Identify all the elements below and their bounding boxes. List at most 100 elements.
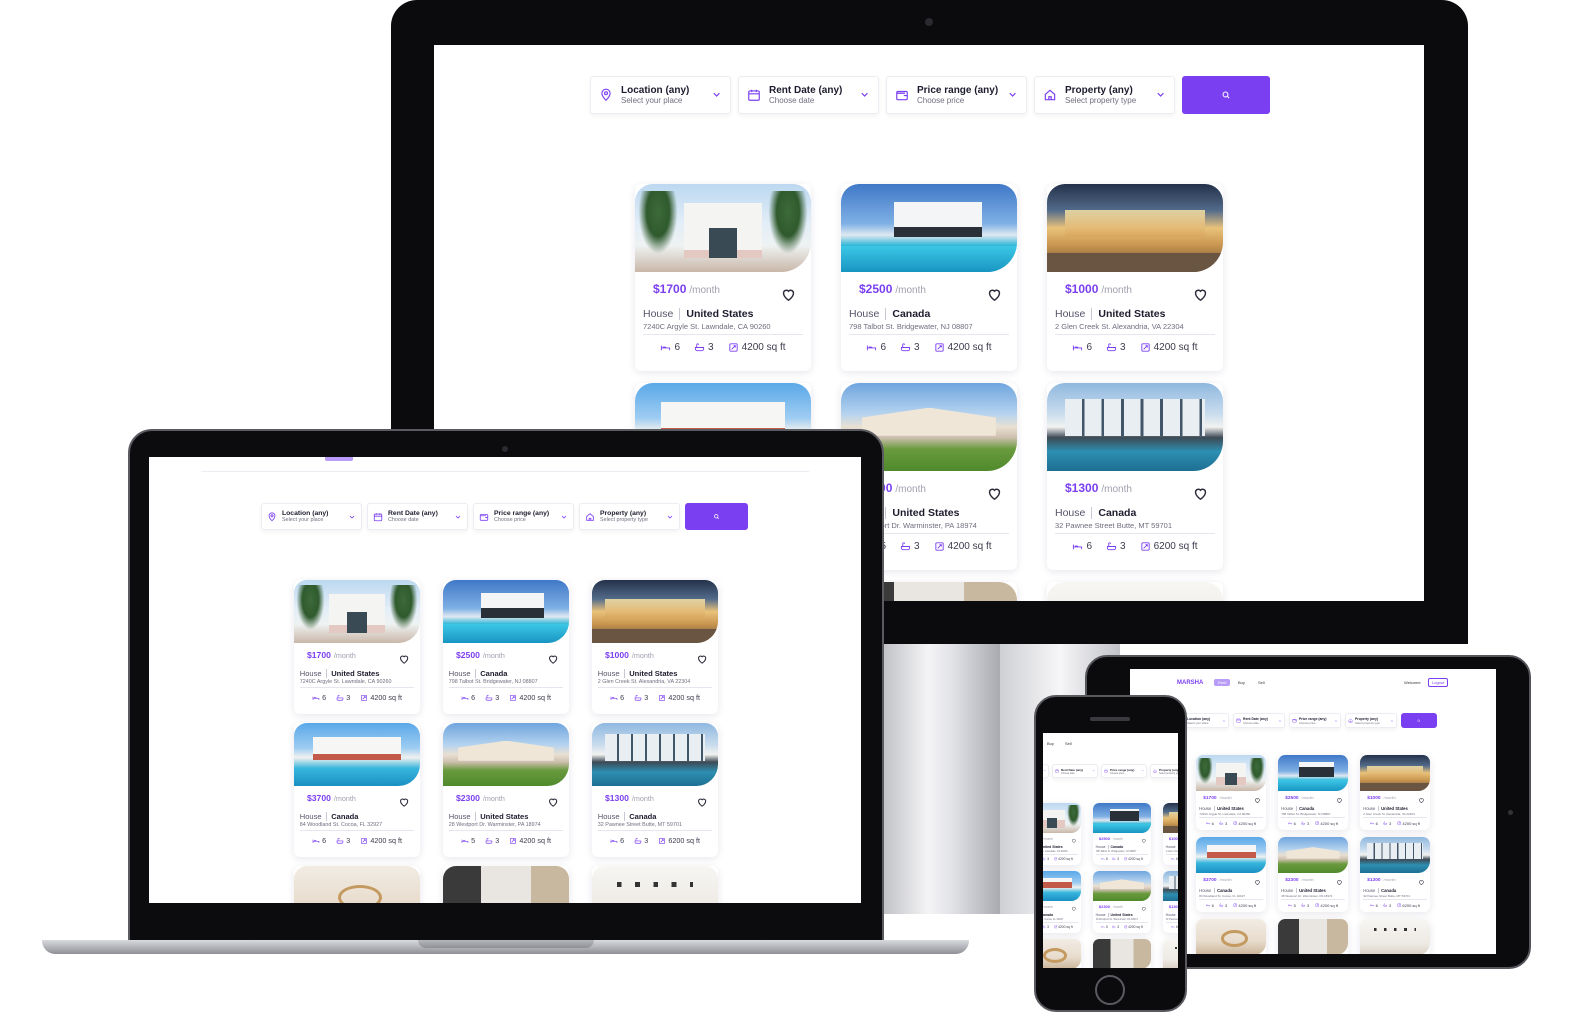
favorite-heart-icon[interactable] [1141,838,1147,844]
price-range-filter[interactable]: Price range (any) Choose price [1289,713,1341,728]
listing-card[interactable] [294,866,420,903]
listing-photo[interactable] [1093,803,1151,833]
favorite-heart-icon[interactable] [986,485,1003,502]
favorite-heart-icon[interactable] [1071,906,1077,912]
favorite-heart-icon[interactable] [986,286,1003,303]
listing-photo[interactable] [294,866,420,903]
listing-card[interactable] [592,866,718,903]
listing-card[interactable]: $1700/monthHouseUnited States7240C Argyl… [1196,755,1266,830]
rent-date-filter[interactable]: Rent Date (any) Choose date [1052,764,1098,778]
favorite-heart-icon[interactable] [1418,797,1425,804]
listing-photo[interactable] [1047,383,1223,471]
favorite-heart-icon[interactable] [1192,286,1209,303]
listing-photo[interactable] [1163,939,1178,968]
listing-photo[interactable] [1360,755,1430,791]
listing-photo[interactable] [1278,837,1348,873]
property-type-filter[interactable]: Property (any)Select property type [1345,713,1397,728]
listing-photo[interactable] [1196,837,1266,873]
favorite-heart-icon[interactable] [1418,879,1425,886]
listing-photo[interactable] [1047,184,1223,272]
listing-photo[interactable] [1093,939,1151,968]
favorite-heart-icon[interactable] [1336,797,1343,804]
nav-link-sell[interactable]: Sell [1065,741,1072,746]
price-range-filter[interactable]: Price range (any) Choose price [886,76,1027,114]
favorite-heart-icon[interactable] [1141,906,1147,912]
listing-photo[interactable] [443,723,569,786]
listing-photo[interactable] [841,184,1017,272]
listing-card[interactable] [1047,582,1223,601]
listing-card[interactable]: $2300/month House United States28 Westport… [443,723,569,857]
listing-photo[interactable] [294,580,420,643]
listing-photo[interactable] [1360,837,1430,873]
property-type-filter[interactable]: Property (any)Select property type [1034,76,1175,114]
favorite-heart-icon[interactable] [696,653,708,665]
listing-photo[interactable] [1043,871,1081,901]
listing-card[interactable]: $2500/month House Canada 798 Talbot St. Bri… [443,580,569,714]
listing-card[interactable]: $1300/monthHouseCanada32 Pawnee Street B… [592,723,718,857]
listing-card[interactable]: $1700/monthHouseUnited States7240C Argyl… [635,184,811,371]
listing-card[interactable] [1278,919,1348,954]
listing-card[interactable] [1093,939,1151,968]
property-type-filter[interactable]: Property (any)Select property type [579,503,680,530]
listing-card[interactable]: $1300/monthHouseCanada32 Pawnee Street B… [1163,871,1178,933]
property-type-filter[interactable]: Property (any)Select property type [1150,764,1178,778]
listing-card[interactable]: $2300/month House United States28 Westport… [1093,871,1151,933]
listing-photo[interactable] [592,723,718,786]
favorite-heart-icon[interactable] [547,653,559,665]
listing-card[interactable]: $2300/month House United States28 Westport… [1278,837,1348,912]
price-range-filter[interactable]: Price range (any) Choose price [1101,764,1147,778]
location-filter[interactable]: Location (any)Select your place [590,76,731,114]
listing-card[interactable]: $2500/month House Canada 798 Talbot St. Bri… [1093,803,1151,865]
listing-card[interactable]: $3700/monthHouseCanada84 Woodland St. Co… [294,723,420,857]
listing-card[interactable] [1043,939,1081,968]
listing-card[interactable] [1196,919,1266,954]
favorite-heart-icon[interactable] [1336,879,1343,886]
nav-link-buy[interactable]: Buy [1238,680,1245,685]
location-filter[interactable]: Location (any)Select your place [1043,764,1049,778]
search-button[interactable] [1182,76,1270,114]
search-button[interactable] [1401,713,1437,728]
listing-photo[interactable] [1163,871,1178,901]
price-range-filter[interactable]: Price range (any) Choose price [473,503,574,530]
nav-link-buy[interactable]: Buy [1047,741,1054,746]
listing-card[interactable]: $2500/month House Canada 798 Talbot St. Bri… [1278,755,1348,830]
brand-logo[interactable]: MARSHA [1177,680,1203,686]
favorite-heart-icon[interactable] [398,653,410,665]
nav-link-rent[interactable]: Rent [1214,679,1231,686]
listing-photo[interactable] [1278,919,1348,954]
search-button[interactable] [685,503,748,530]
listing-card[interactable] [1360,919,1430,954]
listing-photo[interactable] [443,580,569,643]
favorite-heart-icon[interactable] [398,796,410,808]
listing-card[interactable]: $3700/monthHouseCanada84 Woodland St. Co… [1196,837,1266,912]
listing-card[interactable]: $3700/monthHouseCanada84 Woodland St. Co… [1043,871,1081,933]
listing-photo[interactable] [443,866,569,903]
listing-card[interactable] [1163,939,1178,968]
favorite-heart-icon[interactable] [547,796,559,808]
favorite-heart-icon[interactable] [780,286,797,303]
listing-photo[interactable] [1043,939,1081,968]
listing-card[interactable]: $1000/month House United States2 Glen Cree… [1360,755,1430,830]
favorite-heart-icon[interactable] [1192,485,1209,502]
listing-photo[interactable] [1196,755,1266,791]
rent-date-filter[interactable]: Rent Date (any) Choose date [738,76,879,114]
listing-photo[interactable] [1093,871,1151,901]
nav-link-sell[interactable]: Sell [1258,680,1265,685]
listing-card[interactable]: $1700/monthHouseUnited States7240C Argyl… [1043,803,1081,865]
rent-date-filter[interactable]: Rent Date (any) Choose date [367,503,468,530]
listing-photo[interactable] [592,580,718,643]
favorite-heart-icon[interactable] [696,796,708,808]
listing-card[interactable]: $1700/monthHouseUnited States7240C Argyl… [294,580,420,714]
listing-photo[interactable] [592,866,718,903]
favorite-heart-icon[interactable] [1071,838,1077,844]
listing-card[interactable]: $1300/monthHouseCanada32 Pawnee Street B… [1047,383,1223,570]
favorite-heart-icon[interactable] [1254,879,1261,886]
listing-photo[interactable] [1047,582,1223,601]
listing-photo[interactable] [1043,803,1081,833]
listing-photo[interactable] [294,723,420,786]
listing-card[interactable]: $1300/monthHouseCanada32 Pawnee Street B… [1360,837,1430,912]
listing-photo[interactable] [1163,803,1178,833]
listing-card[interactable] [443,866,569,903]
phone-home-button[interactable] [1095,975,1125,1005]
listing-photo[interactable] [1196,919,1266,954]
